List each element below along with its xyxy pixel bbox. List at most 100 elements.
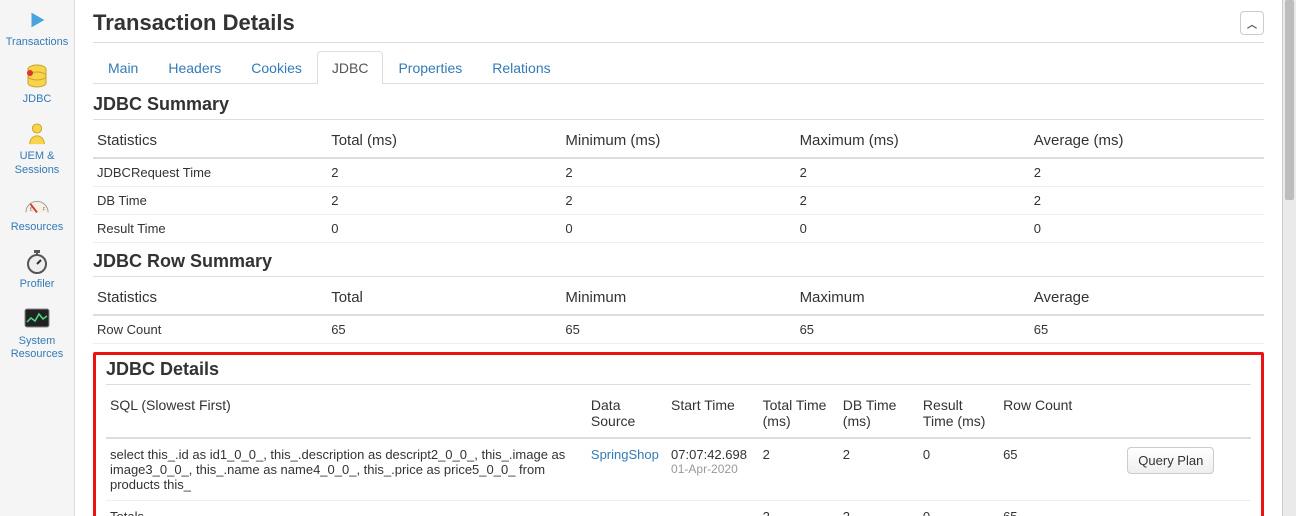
tab-properties[interactable]: Properties [383,51,477,84]
col-total: Total (ms) [327,124,561,158]
data-source-link[interactable]: SpringShop [591,447,659,462]
tab-cookies[interactable]: Cookies [236,51,317,84]
cell-db-time: 2 [839,438,919,501]
jdbc-details-highlight: JDBC Details SQL (Slowest First) Data So… [93,352,1264,516]
totals-row-count: 65 [999,501,1091,516]
monitor-icon [24,305,50,333]
sidebar-item-label: Profiler [20,278,55,291]
col-minimum: Minimum (ms) [561,124,795,158]
col-sql: SQL (Slowest First) [106,389,587,438]
col-total: Total [327,281,561,315]
cell-total-time: 2 [759,438,839,501]
sidebar-item-label: Resources [11,221,64,234]
tab-jdbc[interactable]: JDBC [317,51,384,84]
scrollbar[interactable] [1282,0,1296,516]
cell-total: 65 [327,315,561,344]
jdbc-summary-table: Statistics Total (ms) Minimum (ms) Maxim… [93,124,1264,243]
svg-text:F: F [43,206,46,211]
col-start-time: Start Time [667,389,759,438]
cell-avg: 0 [1030,215,1264,243]
cell-max: 0 [796,215,1030,243]
jdbc-details-table: SQL (Slowest First) Data Source Start Ti… [106,389,1251,516]
play-icon [26,6,48,34]
table-row: select this_.id as id1_0_0_, this_.descr… [106,438,1251,501]
sidebar-item-label: UEM & Sessions [2,150,72,176]
cell-total: 2 [327,158,561,187]
col-result-time: Result Time (ms) [919,389,999,438]
cell-stat: JDBCRequest Time [93,158,327,187]
cell-stat: Row Count [93,315,327,344]
cell-max: 2 [796,187,1030,215]
cell-start-time: 07:07:42.698 01-Apr-2020 [667,438,759,501]
col-statistics: Statistics [93,281,327,315]
cell-min: 65 [561,315,795,344]
cell-avg: 65 [1030,315,1264,344]
start-time-value: 07:07:42.698 [671,447,755,462]
query-plan-button[interactable]: Query Plan [1127,447,1214,474]
col-row-count: Row Count [999,389,1091,438]
collapse-button[interactable]: ︿ [1240,11,1264,35]
col-average: Average (ms) [1030,124,1264,158]
sidebar-item-uem-sessions[interactable]: UEM & Sessions [0,114,74,184]
table-row: Result Time 0 0 0 0 [93,215,1264,243]
cell-stat: Result Time [93,215,327,243]
tab-relations[interactable]: Relations [477,51,565,84]
sidebar: Transactions JDBC UEM & Sessions EF Reso… [0,0,75,516]
sidebar-item-label: Transactions [6,36,69,49]
main-content: Transaction Details ︿ Main Headers Cooki… [75,0,1282,516]
col-minimum: Minimum [561,281,795,315]
cell-avg: 2 [1030,158,1264,187]
cell-total: 0 [327,215,561,243]
cell-min: 2 [561,158,795,187]
col-actions [1091,389,1251,438]
cell-max: 2 [796,158,1030,187]
jdbc-summary-title: JDBC Summary [93,94,1264,120]
database-icon [25,63,49,91]
col-data-source: Data Source [587,389,667,438]
svg-text:E: E [30,206,33,211]
col-average: Average [1030,281,1264,315]
chevron-up-icon: ︿ [1247,16,1257,31]
user-icon [26,120,48,148]
sidebar-item-profiler[interactable]: Profiler [0,242,74,299]
cell-min: 2 [561,187,795,215]
cell-row-count: 65 [999,438,1091,501]
col-db-time: DB Time (ms) [839,389,919,438]
tab-main[interactable]: Main [93,51,153,84]
totals-label: Totals [106,501,587,516]
cell-max: 65 [796,315,1030,344]
totals-row: Totals 2 2 0 65 [106,501,1251,516]
sidebar-item-label: JDBC [23,93,52,106]
jdbc-details-title: JDBC Details [106,359,1251,385]
page-title: Transaction Details [93,10,295,36]
col-maximum: Maximum [796,281,1030,315]
jdbc-row-summary-title: JDBC Row Summary [93,251,1264,277]
col-statistics: Statistics [93,124,327,158]
sidebar-item-resources[interactable]: EF Resources [0,185,74,242]
page-title-row: Transaction Details ︿ [93,10,1264,43]
totals-db-time: 2 [839,501,919,516]
jdbc-row-summary-table: Statistics Total Minimum Maximum Average… [93,281,1264,344]
table-row: JDBCRequest Time 2 2 2 2 [93,158,1264,187]
cell-result-time: 0 [919,438,999,501]
col-total-time: Total Time (ms) [759,389,839,438]
stopwatch-icon [25,248,49,276]
col-maximum: Maximum (ms) [796,124,1030,158]
table-row: DB Time 2 2 2 2 [93,187,1264,215]
cell-total: 2 [327,187,561,215]
table-row: Row Count 65 65 65 65 [93,315,1264,344]
cell-sql: select this_.id as id1_0_0_, this_.descr… [106,438,587,501]
sidebar-item-system-resources[interactable]: System Resources [0,299,74,369]
totals-result-time: 0 [919,501,999,516]
start-date-value: 01-Apr-2020 [671,462,755,476]
tabs: Main Headers Cookies JDBC Properties Rel… [93,51,1264,84]
tab-headers[interactable]: Headers [153,51,236,84]
gauge-icon: EF [24,191,50,219]
sidebar-item-jdbc[interactable]: JDBC [0,57,74,114]
scrollbar-thumb[interactable] [1285,0,1294,200]
cell-min: 0 [561,215,795,243]
sidebar-item-transactions[interactable]: Transactions [0,0,74,57]
cell-avg: 2 [1030,187,1264,215]
totals-total-time: 2 [759,501,839,516]
cell-stat: DB Time [93,187,327,215]
